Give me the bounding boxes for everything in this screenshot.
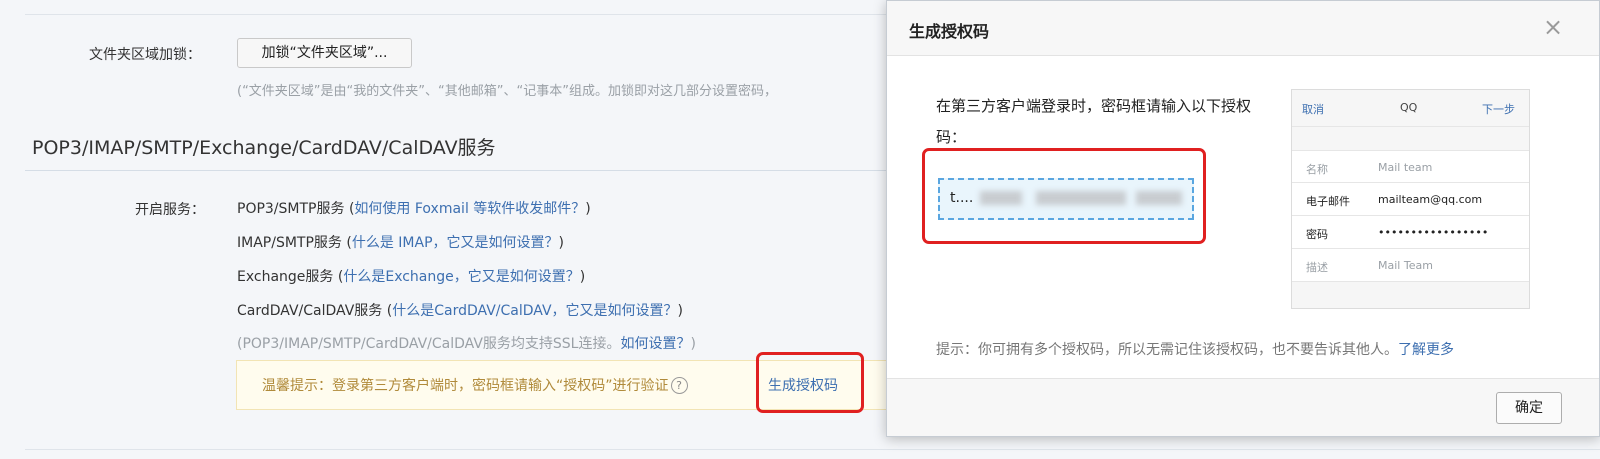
service-paren-open: ( [382,303,393,319]
service-row-pop3: POP3/SMTP服务 (如何使用 Foxmail 等软件收发邮件？) [237,198,591,218]
close-icon[interactable]: × [1543,13,1563,41]
service-row-exchange: Exchange服务 (什么是Exchange，它又是如何设置？) [237,266,585,286]
dialog-title: 生成授权码 [909,22,990,41]
folder-lock-label: 文件夹区域加锁： [89,47,201,63]
service-row-carddav: CardDAV/CalDAV服务 (什么是CardDAV/CalDAV，它又是如… [237,300,683,320]
tip-text-row: 温馨提示：登录第三方客户端时，密码框请输入“授权码”进行验证? [262,375,688,395]
phone-next: 下一步 [1482,103,1515,116]
service-name: IMAP/SMTP服务 [237,235,342,251]
auth-code-value: t.... [950,190,974,206]
phone-title: QQ [1400,101,1418,114]
bottom-divider [25,449,1600,450]
ssl-help-link[interactable]: 如何设置？ [620,336,690,352]
row-value: Mail team [1378,161,1433,174]
phone-row-email: 电子邮件 mailteam@qq.com [1292,183,1529,216]
service-help-link[interactable]: 什么是Exchange，它又是如何设置？ [343,269,579,285]
service-paren-open: ( [333,269,344,285]
row-label: 描述 [1306,261,1328,274]
row-label: 电子邮件 [1306,195,1350,208]
service-paren-close: ) [579,269,586,285]
service-row-imap: IMAP/SMTP服务 (什么是 IMAP，它又是如何设置？) [237,232,564,252]
auth-code-box[interactable]: t.... [938,178,1194,220]
phone-spacer [1292,126,1529,150]
services-section-title: POP3/IMAP/SMTP/Exchange/CardDAV/CalDAV服务 [32,137,496,159]
ssl-note: (POP3/IMAP/SMTP/CardDAV/CalDAV服务均支持SSL连接… [237,336,621,352]
service-paren-close: ) [558,235,564,251]
row-value: ••••••••••••••••• [1378,226,1489,239]
service-paren-open: ( [341,235,352,251]
learn-more-link[interactable]: 了解更多 [1398,342,1454,358]
service-name: CardDAV/CalDAV服务 [237,303,383,319]
row-value: mailteam@qq.com [1378,193,1483,206]
service-help-link[interactable]: 如何使用 Foxmail 等软件收发邮件？ [354,201,585,217]
auth-code-highlight: t.... [922,148,1206,244]
generate-link-highlight [756,352,864,413]
dialog-footer: 确定 [887,378,1599,436]
row-label: 名称 [1306,163,1328,176]
phone-nav-bar: 取消 QQ 下一步 [1292,90,1529,126]
phone-row-description: 描述 Mail Team [1292,249,1529,282]
client-login-illustration: 取消 QQ 下一步 名称 Mail team 电子邮件 mailteam@qq.… [1291,89,1530,309]
phone-row-name: 名称 Mail team [1292,150,1529,183]
service-name: POP3/SMTP服务 [237,201,345,217]
service-help-link[interactable]: 什么是 IMAP，它又是如何设置？ [352,235,559,251]
redaction-blur [1136,191,1182,205]
redaction-blur [1036,191,1126,205]
dialog-header: 生成授权码 × [887,1,1599,56]
hint-text: 提示：你可拥有多个授权码，所以无需记住该授权码，也不要告诉其他人。 [936,342,1398,358]
service-paren-close: ) [677,303,684,319]
auth-instruction: 在第三方客户端登录时，密码框请输入以下授权码： [936,97,1252,146]
hint-row: 提示：你可拥有多个授权码，所以无需记住该授权码，也不要告诉其他人。了解更多 [936,339,1454,359]
service-name: Exchange服务 [237,269,334,285]
ok-button[interactable]: 确定 [1496,392,1562,424]
ssl-paren-close: ) [690,336,696,352]
folder-lock-button[interactable]: 加锁“文件夹区域”... [237,38,412,68]
row-value: Mail Team [1378,259,1433,272]
phone-cancel: 取消 [1302,103,1324,116]
question-circle-icon[interactable]: ? [670,377,688,394]
tip-text: 温馨提示：登录第三方客户端时，密码框请输入“授权码”进行验证 [262,378,669,394]
folder-lock-note: (“文件夹区域”是由“我的文件夹”、“其他邮箱”、“记事本”组成。加锁即对这几部… [237,84,777,99]
phone-row-password: 密码 ••••••••••••••••• [1292,216,1529,249]
service-paren-close: ) [585,201,591,217]
redaction-blur [980,191,1022,205]
service-paren-open: ( [344,201,355,217]
row-label: 密码 [1306,228,1328,241]
service-help-link[interactable]: 什么是CardDAV/CalDAV，它又是如何设置？ [392,303,677,319]
enable-service-label: 开启服务： [135,202,205,218]
ssl-note-row: (POP3/IMAP/SMTP/CardDAV/CalDAV服务均支持SSL连接… [237,333,696,353]
auth-code-dialog: 生成授权码 × 在第三方客户端登录时，密码框请输入以下授权码： t.... 取消… [886,0,1600,437]
